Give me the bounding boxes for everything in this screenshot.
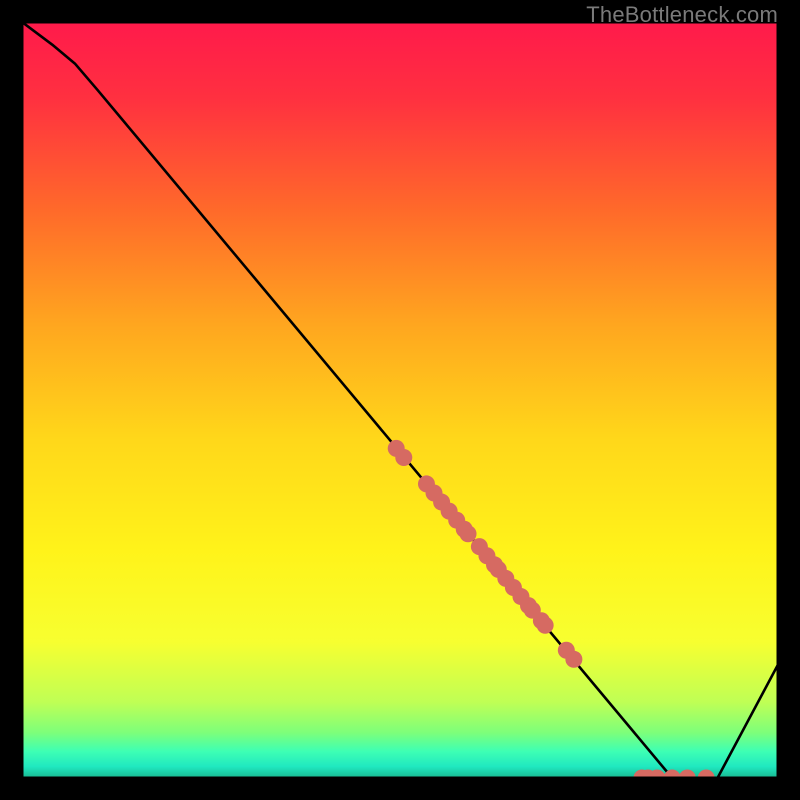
chart-stage: TheBottleneck.com xyxy=(0,0,800,800)
plot-area xyxy=(22,22,778,778)
axes-frame xyxy=(22,22,778,778)
